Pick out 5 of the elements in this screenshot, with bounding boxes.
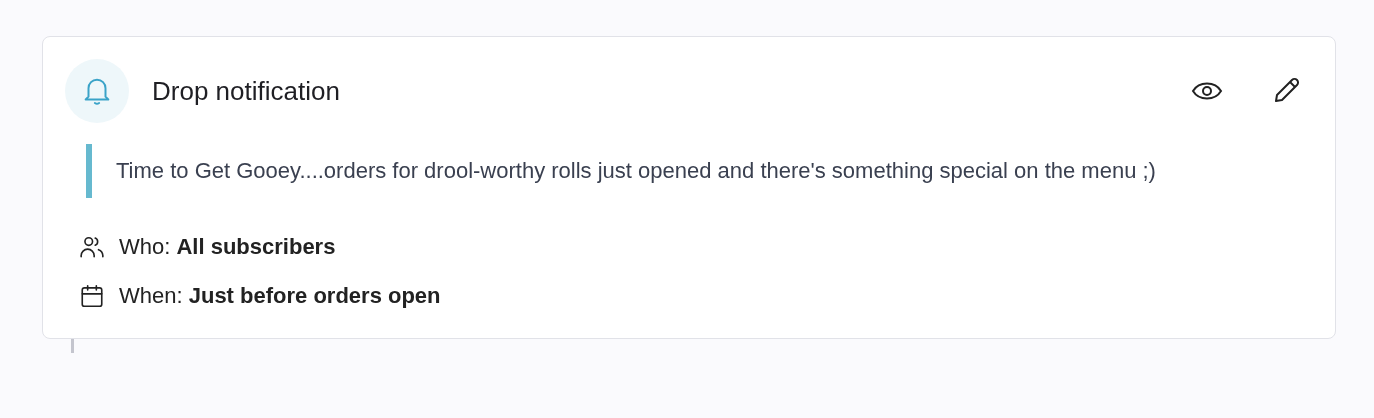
- message-text: Time to Get Gooey....orders for drool-worthy rolls just opened and there's something special on the menu ;): [86, 144, 1305, 198]
- detail-text: Who: All subscribers: [119, 233, 336, 261]
- card-title: Drop notification: [152, 74, 340, 108]
- calendar-icon: [79, 282, 105, 309]
- detail-text: When: Just before orders open: [119, 282, 441, 310]
